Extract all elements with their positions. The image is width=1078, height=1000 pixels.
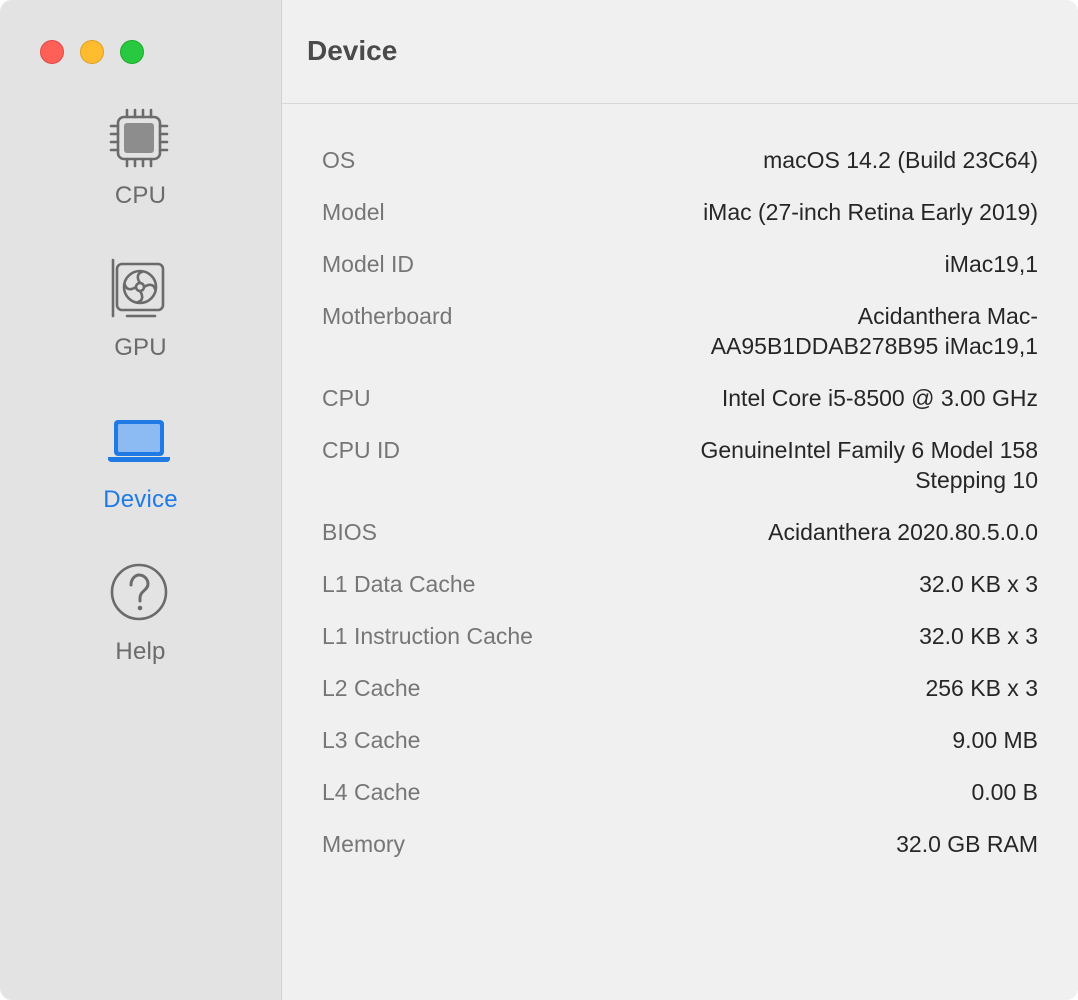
info-label: L1 Instruction Cache [322, 623, 533, 649]
info-label: L4 Cache [322, 779, 421, 805]
info-label: CPU [322, 385, 371, 411]
help-icon [110, 563, 168, 621]
info-value: 32.0 KB x 3 [919, 571, 1038, 597]
title-bar: Device [282, 0, 1078, 104]
info-value: iMac19,1 [944, 251, 1038, 277]
sidebar-item-label: Device [103, 486, 178, 513]
sidebar-item-label: GPU [114, 334, 167, 361]
info-label: Memory [322, 831, 406, 857]
info-label: OS [322, 147, 356, 173]
close-window-button[interactable] [40, 40, 64, 64]
info-value: 256 KB x 3 [925, 675, 1038, 701]
info-label: CPU ID [322, 437, 400, 463]
info-value: 9.00 MB [952, 727, 1038, 753]
cpu-icon [109, 108, 169, 168]
sidebar-item-gpu[interactable]: GPU [0, 256, 281, 386]
laptop-icon [108, 420, 170, 462]
info-value: Acidanthera Mac-AA95B1DDAB278B95 iMac19,… [710, 303, 1038, 359]
app-window: CPU GPU Device Help Device OS macOS 14.2… [0, 0, 1078, 1000]
info-label: L1 Data Cache [322, 571, 476, 597]
info-value: 0.00 B [971, 779, 1039, 805]
gpu-icon [111, 258, 165, 318]
sidebar-item-help[interactable]: Help [0, 560, 281, 690]
minimize-window-button[interactable] [80, 40, 104, 64]
info-label: Motherboard [322, 303, 453, 329]
maximize-window-button[interactable] [120, 40, 144, 64]
info-value: 32.0 GB RAM [896, 831, 1038, 857]
sidebar-item-device[interactable]: Device [0, 408, 281, 538]
sidebar-item-cpu[interactable]: CPU [0, 104, 281, 234]
page-title: Device [307, 35, 398, 66]
info-label: BIOS [322, 519, 377, 545]
info-label: Model ID [322, 251, 415, 277]
info-value: iMac (27-inch Retina Early 2019) [703, 199, 1038, 225]
info-value: Intel Core i5-8500 @ 3.00 GHz [721, 385, 1038, 411]
info-label: L2 Cache [322, 675, 421, 701]
sidebar: CPU GPU Device Help [0, 0, 282, 1000]
sidebar-item-label: CPU [114, 182, 167, 209]
main-content: Device OS macOS 14.2 (Build 23C64) Model… [282, 0, 1078, 1000]
sidebar-item-label: Help [115, 638, 166, 665]
info-value: macOS 14.2 (Build 23C64) [763, 147, 1038, 173]
info-label: L3 Cache [322, 727, 421, 753]
info-label: Model [322, 199, 385, 225]
info-value: 32.0 KB x 3 [919, 623, 1038, 649]
info-value: GenuineIntel Family 6 Model 158 Stepping… [700, 437, 1038, 493]
info-value: Acidanthera 2020.80.5.0.0 [768, 519, 1038, 545]
